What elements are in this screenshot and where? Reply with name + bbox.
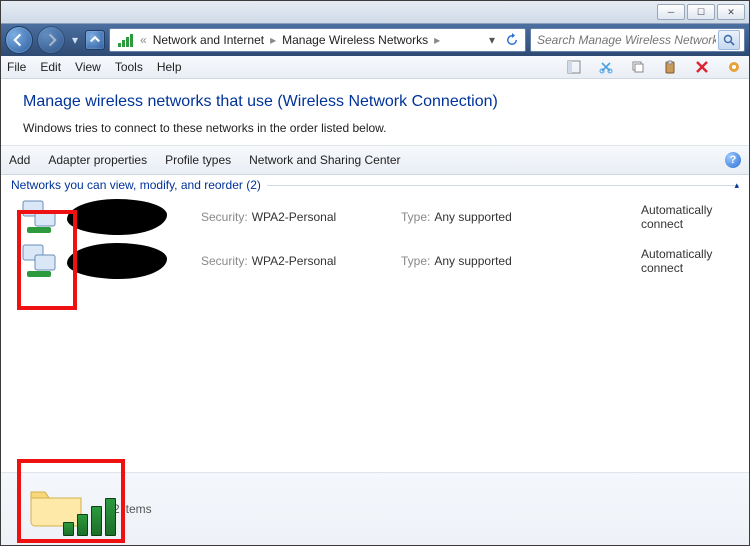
paste-icon[interactable] — [661, 58, 679, 76]
menu-edit[interactable]: Edit — [40, 60, 61, 74]
cut-icon[interactable] — [597, 58, 615, 76]
chevron-right-icon: ▸ — [432, 33, 442, 47]
address-wrap: « Network and Internet ▸ Manage Wireless… — [109, 28, 745, 52]
refresh-icon — [505, 33, 519, 47]
menu-tools[interactable]: Tools — [115, 60, 143, 74]
collapse-icon[interactable]: ▴ — [734, 180, 739, 191]
close-button[interactable]: ✕ — [717, 4, 745, 20]
security-label: Security: — [201, 210, 248, 224]
menu-bar: File Edit View Tools Help — [1, 56, 749, 79]
page-subtitle: Windows tries to connect to these networ… — [23, 121, 727, 135]
security-label: Security: — [201, 254, 248, 268]
help-icon[interactable]: ? — [725, 152, 741, 168]
up-button[interactable] — [85, 30, 105, 50]
network-list: Security: WPA2-Personal Type: Any supporte… — [1, 195, 749, 283]
pane-icon[interactable] — [565, 58, 583, 76]
gear-icon[interactable] — [725, 58, 743, 76]
control-panel-window: ─ ☐ ✕ ▾ « Network and Internet ▸ Manage … — [0, 0, 750, 546]
crumb-sep-icon: « — [138, 33, 149, 47]
cmd-profile-types[interactable]: Profile types — [165, 153, 231, 167]
search-input[interactable] — [535, 32, 718, 48]
command-bar: Add Adapter properties Profile types Net… — [1, 146, 749, 175]
type-value: Any supported — [434, 210, 511, 224]
connect-mode: Automatically connect — [641, 247, 749, 275]
back-button[interactable] — [5, 26, 33, 54]
network-row[interactable]: Security: WPA2-Personal Type: Any supporte… — [1, 239, 749, 283]
titlebar: ─ ☐ ✕ — [1, 1, 749, 24]
section-label: Networks you can view, modify, and reord… — [11, 178, 261, 192]
network-row[interactable]: Security: WPA2-Personal Type: Any supporte… — [1, 195, 749, 239]
redacted-name — [67, 199, 167, 235]
breadcrumb[interactable]: Manage Wireless Networks — [278, 29, 432, 51]
maximize-button[interactable]: ☐ — [687, 4, 715, 20]
forward-button[interactable] — [37, 26, 65, 54]
type-label: Type: — [401, 210, 430, 224]
cmd-network-sharing-center[interactable]: Network and Sharing Center — [249, 153, 400, 167]
arrow-up-icon — [88, 33, 102, 47]
section-header[interactable]: Networks you can view, modify, and reord… — [1, 175, 749, 195]
menu-file[interactable]: File — [7, 60, 26, 74]
chevron-right-icon: ▸ — [268, 33, 278, 47]
search-button[interactable] — [718, 30, 740, 50]
page-header: Manage wireless networks that use (Wirel… — [1, 79, 749, 146]
annotation-box — [17, 459, 125, 543]
security-value: WPA2-Personal — [252, 254, 336, 268]
breadcrumb[interactable]: Network and Internet — [149, 29, 268, 51]
cmd-add[interactable]: Add — [9, 153, 30, 167]
navigation-bar: ▾ « Network and Internet ▸ Manage Wirele… — [1, 24, 749, 56]
annotation-box — [17, 210, 77, 310]
delete-icon[interactable] — [693, 58, 711, 76]
connect-mode: Automatically connect — [641, 203, 749, 231]
security-value: WPA2-Personal — [252, 210, 336, 224]
signal-icon — [116, 31, 134, 49]
page-title: Manage wireless networks that use (Wirel… — [23, 93, 727, 111]
dropdown-button[interactable]: ▾ — [483, 31, 501, 49]
type-label: Type: — [401, 254, 430, 268]
menu-help[interactable]: Help — [157, 60, 182, 74]
address-bar[interactable]: « Network and Internet ▸ Manage Wireless… — [109, 28, 526, 52]
refresh-button[interactable] — [503, 31, 521, 49]
search-box[interactable] — [530, 28, 745, 52]
menu-view[interactable]: View — [75, 60, 101, 74]
search-icon — [723, 34, 735, 46]
arrow-right-icon — [44, 33, 58, 47]
copy-icon[interactable] — [629, 58, 647, 76]
redacted-name — [67, 243, 167, 279]
cmd-adapter-properties[interactable]: Adapter properties — [48, 153, 147, 167]
recent-dropdown[interactable]: ▾ — [69, 31, 81, 49]
type-value: Any supported — [434, 254, 511, 268]
minimize-button[interactable]: ─ — [657, 4, 685, 20]
arrow-left-icon — [12, 33, 26, 47]
